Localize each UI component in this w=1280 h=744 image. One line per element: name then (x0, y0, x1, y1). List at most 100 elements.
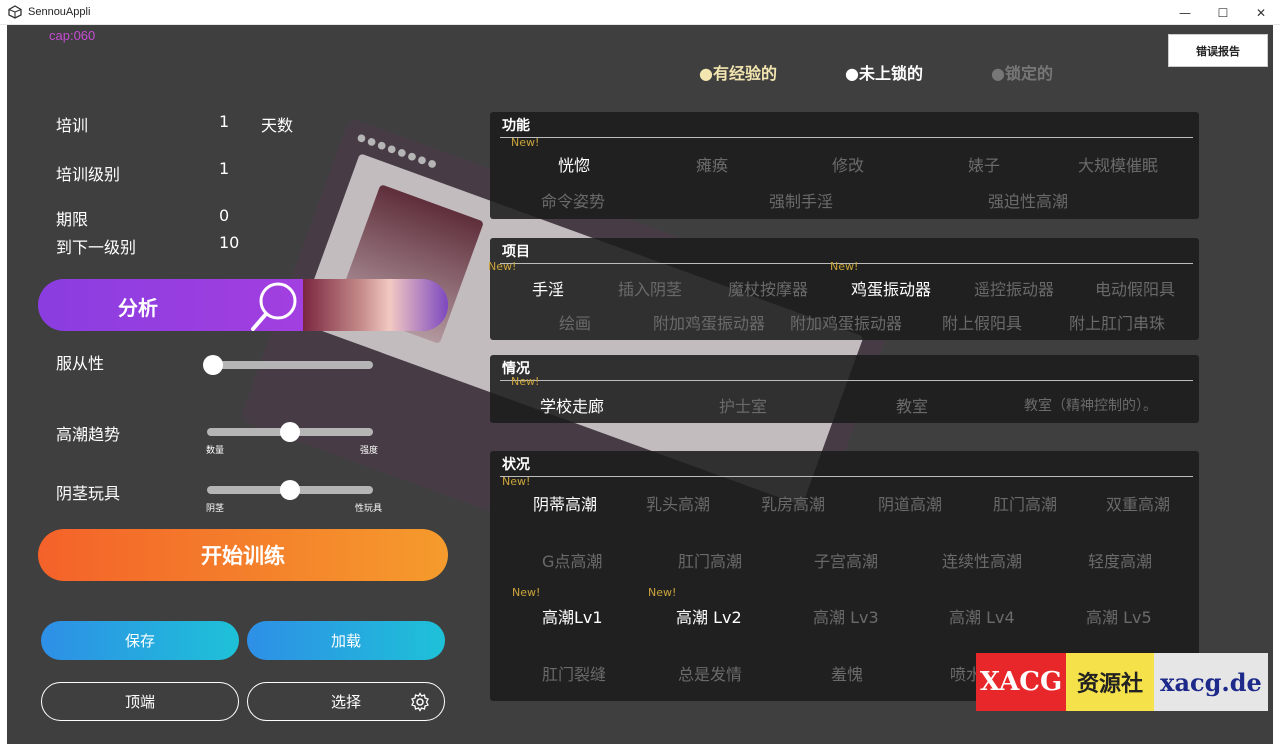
legend-locked: ●锁定的 (991, 64, 1053, 83)
item-electric-dildo[interactable]: 电动假阳具 (1095, 276, 1175, 300)
status-climax-lv4[interactable]: 高潮 Lv4 (949, 604, 1015, 628)
select-label: 选择 (330, 693, 361, 711)
function-title: 功能 (502, 118, 530, 134)
analyze-thumbnail (303, 279, 448, 331)
item-insert-penis[interactable]: 插入阴茎 (618, 276, 682, 300)
status-divider (500, 476, 1193, 477)
top-button[interactable]: 顶端 (41, 682, 239, 721)
status-vaginal-climax[interactable]: 阴道高潮 (878, 491, 942, 515)
function-panel: 功能 New! 恍惚 瘫痪 修改 婊子 大规模催眠 命令姿势 强制手淫 强迫性高… (490, 112, 1199, 219)
status-climax-lv3[interactable]: 高潮 Lv3 (813, 604, 879, 628)
status-climax-lv2[interactable]: 高潮 Lv2 (676, 604, 742, 628)
obedience-slider-track[interactable] (207, 361, 373, 369)
magnifier-icon (251, 282, 297, 331)
status-climax-lv5[interactable]: 高潮 Lv5 (1086, 604, 1152, 628)
function-slut[interactable]: 婊子 (968, 152, 1000, 176)
status-double-climax[interactable]: 双重高潮 (1106, 491, 1170, 515)
toy-slider-knob[interactable] (280, 480, 300, 500)
climax-right-label: 强度 (360, 446, 379, 456)
item-attach-dildo[interactable]: 附上假阳具 (942, 310, 1022, 334)
function-forced-climax[interactable]: 强迫性高潮 (988, 188, 1068, 212)
status-climax-lv1[interactable]: 高潮Lv1 (542, 604, 603, 628)
window-controls: — ☐ ✕ (1166, 0, 1280, 25)
new-tag: New! (830, 260, 859, 273)
analyze-label: 分析 (118, 296, 158, 320)
item-attach-anal-beads[interactable]: 附上肛门串珠 (1069, 310, 1165, 334)
watermark-domain: xacg.de (1154, 653, 1268, 711)
item-wand-massager[interactable]: 魔杖按摩器 (728, 276, 808, 300)
situation-divider (500, 380, 1193, 381)
cap-counter: cap:060 (49, 28, 96, 43)
next-level-value: 10 (219, 233, 240, 252)
start-training-button[interactable]: 开始训练 (38, 529, 448, 581)
legend-experienced: ●有经验的 (699, 64, 777, 83)
toy-left-label: 阴茎 (206, 504, 225, 514)
toy-label: 阴茎玩具 (56, 484, 121, 503)
item-attach-egg-vibrator-1[interactable]: 附加鸡蛋振动器 (653, 310, 765, 334)
analyze-button[interactable]: 分析 (38, 279, 448, 331)
title-bar: SennouAppli — ☐ ✕ (0, 0, 1280, 25)
status-title: 状况 (502, 457, 530, 473)
status-breast-climax[interactable]: 乳房高潮 (761, 491, 825, 515)
climax-left-label: 数量 (206, 446, 225, 456)
obedience-slider-knob[interactable] (203, 355, 223, 375)
climax-label: 高潮趋势 (56, 425, 121, 444)
situation-school-hallway[interactable]: 学校走廊 (540, 393, 604, 417)
deadline-label: 期限 (56, 210, 89, 229)
status-nipple-climax[interactable]: 乳头高潮 (646, 491, 710, 515)
status-anal-climax-2[interactable]: 肛门高潮 (678, 548, 742, 572)
function-modify[interactable]: 修改 (832, 152, 864, 176)
status-anal-climax[interactable]: 肛门高潮 (993, 491, 1057, 515)
situation-panel: 情况 New! 学校走廊 护士室 教室 教室（精神控制的）。 (490, 355, 1199, 423)
unity-app-icon (8, 5, 22, 19)
function-command-pose[interactable]: 命令姿势 (541, 188, 605, 212)
new-tag: New! (512, 586, 541, 599)
item-panel: 项目 New! New! 手淫 插入阴茎 魔杖按摩器 鸡蛋振动器 遥控振动器 电… (488, 238, 1199, 340)
toy-right-label: 性玩具 (355, 504, 383, 514)
obedience-label: 服从性 (56, 354, 105, 373)
watermark-zyshe: 资源社 (1066, 653, 1154, 711)
item-title: 项目 (502, 244, 530, 260)
training-label: 培训 (56, 116, 89, 135)
item-painting[interactable]: 绘画 (559, 310, 591, 334)
select-button[interactable]: 选择 (247, 682, 445, 721)
maximize-button[interactable]: ☐ (1204, 0, 1242, 25)
new-tag: New! (648, 586, 677, 599)
item-remote-vibrator[interactable]: 遥控振动器 (974, 276, 1054, 300)
item-egg-vibrator[interactable]: 鸡蛋振动器 (851, 276, 931, 300)
xacg-watermark: XACG 资源社 xacg.de (976, 653, 1268, 711)
status-g-spot-climax[interactable]: G点高潮 (542, 548, 602, 572)
save-button[interactable]: 保存 (41, 621, 239, 660)
function-mass-hypnosis[interactable]: 大规模催眠 (1078, 152, 1158, 176)
new-tag: New! (488, 260, 517, 273)
deadline-value: 0 (219, 206, 230, 225)
function-paralysis[interactable]: 瘫痪 (696, 152, 728, 176)
item-masturbation[interactable]: 手淫 (532, 276, 564, 300)
training-unit: 天数 (261, 116, 294, 135)
function-divider (500, 137, 1193, 138)
climax-slider-knob[interactable] (280, 422, 300, 442)
window-title: SennouAppli (28, 6, 91, 18)
minimize-button[interactable]: — (1166, 0, 1204, 25)
situation-classroom-mind-control[interactable]: 教室（精神控制的）。 (1024, 395, 1157, 415)
status-mild-climax[interactable]: 轻度高潮 (1088, 548, 1152, 572)
next-level-label: 到下一级别 (56, 238, 137, 257)
status-clitoral-climax[interactable]: 阴蒂高潮 (533, 491, 597, 515)
function-trance[interactable]: 恍惚 (558, 152, 590, 176)
error-report-button[interactable]: 错误报告 (1168, 34, 1268, 67)
status-continuous-climax[interactable]: 连续性高潮 (942, 548, 1022, 572)
status-uterine-climax[interactable]: 子宫高潮 (814, 548, 878, 572)
status-anal-fissure[interactable]: 肛门裂缝 (542, 661, 606, 685)
close-button[interactable]: ✕ (1242, 0, 1280, 25)
item-attach-egg-vibrator-2[interactable]: 附加鸡蛋振动器 (790, 310, 902, 334)
situation-nurse-room[interactable]: 护士室 (719, 393, 767, 417)
situation-classroom[interactable]: 教室 (896, 393, 928, 417)
gear-icon[interactable] (410, 692, 430, 712)
new-tag: New! (511, 136, 540, 149)
watermark-xacg: XACG (976, 653, 1066, 711)
status-shame[interactable]: 羞愧 (831, 661, 863, 685)
function-forced-masturbation[interactable]: 强制手淫 (769, 188, 833, 212)
app-canvas: cap:060 错误报告 ●有经验的 ●未上锁的 ●锁定的 ●●●●●●●● 培… (7, 25, 1273, 744)
load-button[interactable]: 加载 (247, 621, 445, 660)
status-always-in-heat[interactable]: 总是发情 (678, 661, 742, 685)
